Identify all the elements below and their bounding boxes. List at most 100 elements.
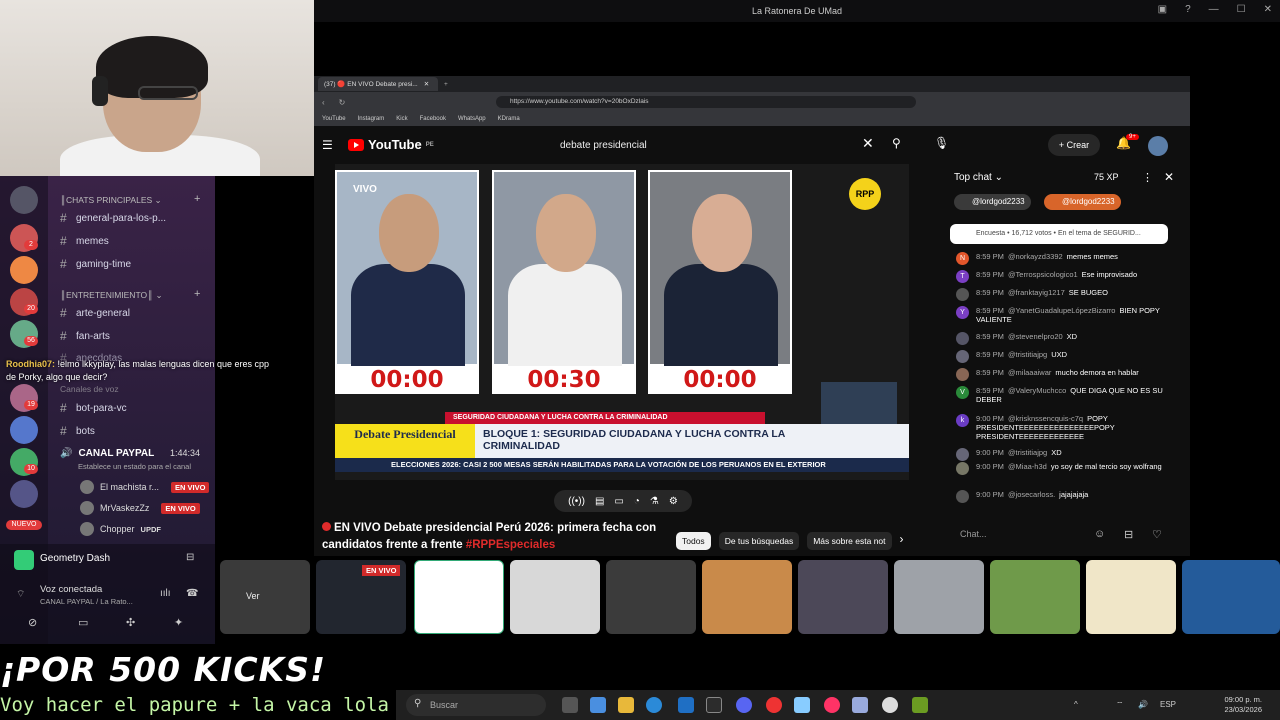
soundboard-icon[interactable]: ıılı [160, 588, 171, 599]
server-icon[interactable] [10, 480, 38, 508]
avatar[interactable] [956, 448, 969, 461]
category-entretenimiento[interactable]: ║ENTRETENIMIENTO║ ⌄ [60, 290, 163, 301]
video-player[interactable]: 00:00 00:30 00:00 VIVO RPP SEGURIDAD CIU… [335, 164, 909, 480]
channel-fan-arts[interactable]: # fan-arts [60, 326, 110, 346]
channel-bots[interactable]: # bots [60, 421, 95, 441]
avatar[interactable]: V [956, 386, 969, 399]
menu-icon[interactable]: ☰ [322, 138, 333, 152]
chevron-up-icon[interactable]: ^ [1074, 700, 1078, 709]
category-voice[interactable]: Canales de voz [60, 384, 119, 394]
avatar[interactable] [956, 462, 969, 475]
search-input[interactable]: debate presidencial [550, 134, 880, 158]
clock[interactable]: 09:00 p. m. 23/03/2026 [1224, 695, 1262, 715]
activity-icon[interactable]: ⊟ [186, 552, 194, 563]
geometry-dash-icon[interactable] [912, 697, 928, 713]
user-tile[interactable] [702, 560, 792, 634]
more-options-icon[interactable]: ⋮ [1142, 171, 1153, 184]
channel-bot-para-vc[interactable]: # bot-para-vc [60, 398, 127, 418]
user-tile[interactable] [990, 560, 1080, 634]
volume-icon[interactable]: 🔊 [1138, 700, 1148, 709]
back-icon[interactable]: ‹ [322, 98, 325, 107]
chevron-right-icon[interactable]: › [900, 532, 904, 550]
message-author[interactable]: @Miaa-h3d [1008, 462, 1047, 471]
flask-icon[interactable]: ⚗ [650, 496, 659, 507]
task-view-icon[interactable] [562, 697, 578, 713]
voice-user[interactable]: MrVaskezZz EN VIVO [80, 501, 200, 515]
soundboard-button-icon[interactable]: ✦ [174, 616, 183, 629]
hashtag-link[interactable]: #RPPEspeciales [466, 539, 556, 551]
miniplayer-icon[interactable]: ▭ [614, 496, 623, 507]
channel-general[interactable]: # general-para-los-p... [60, 208, 166, 228]
chip-more[interactable]: Más sobre esta not [807, 532, 892, 550]
screen-share-icon[interactable]: ▭ [78, 616, 88, 629]
gauge-icon[interactable]: ◔ [634, 496, 640, 507]
server-icon[interactable] [10, 416, 38, 444]
reload-icon[interactable]: ↻ [339, 98, 346, 107]
disconnect-icon[interactable]: ☎ [186, 588, 198, 599]
language-indicator[interactable]: ESP [1160, 700, 1176, 709]
channel-arte-general[interactable]: # arte-general [60, 303, 130, 323]
bookmark[interactable]: Facebook [420, 116, 446, 122]
poll-banner[interactable]: Encuesta • 16,712 votos • En el tema de … [950, 224, 1168, 244]
channel-gaming-time[interactable]: # gaming-time [60, 254, 131, 274]
close-chat-icon[interactable]: ✕ [1164, 170, 1174, 184]
share-icon[interactable]: ▣ [1158, 4, 1167, 15]
bookmark[interactable]: Instagram [358, 116, 385, 122]
browser-tab[interactable]: (37) 🔴 EN VIVO Debate presi... ✕ [318, 77, 438, 91]
clapper-icon[interactable]: ▤ [595, 496, 604, 507]
youtube-logo[interactable]: YouTube PE [348, 137, 434, 152]
voice-channel[interactable]: 🔊 CANAL PAYPAL [60, 443, 154, 463]
message-author[interactable]: @krisknssencquis-c7q [1008, 414, 1083, 423]
edge-icon[interactable] [646, 697, 662, 713]
help-icon[interactable]: ? [1185, 4, 1191, 15]
chip-searches[interactable]: De tus búsquedas [718, 532, 800, 550]
avatar[interactable] [956, 490, 969, 503]
channel-memes[interactable]: # memes [60, 231, 109, 251]
taskbar-search[interactable]: Buscar [406, 694, 546, 716]
xp-badge[interactable]: 75 XP [1094, 172, 1119, 182]
category-chats-principales[interactable]: ║CHATS PRINCIPALES ⌄ [60, 195, 162, 206]
server-icon[interactable] [10, 186, 38, 214]
message-author[interactable]: @norkayzd3392 [1008, 252, 1063, 261]
add-channel-icon[interactable]: + [194, 193, 200, 205]
emoji-icon[interactable]: ☺ [1094, 528, 1105, 540]
app-icon[interactable] [794, 697, 810, 713]
opera-icon[interactable] [824, 697, 840, 713]
user-tile[interactable] [606, 560, 696, 634]
create-button[interactable]: + Crear [1048, 134, 1100, 156]
mic-icon[interactable]: 🎙 [934, 136, 949, 150]
voice-status[interactable]: Establece un estado para el canal [78, 462, 191, 471]
avatar[interactable]: N [956, 252, 969, 265]
add-channel-icon[interactable]: + [194, 288, 200, 300]
avatar[interactable]: Y [956, 306, 969, 319]
terminal-icon[interactable] [706, 697, 722, 713]
obs-icon[interactable] [766, 697, 782, 713]
stream-thumb[interactable]: EN VIVO [316, 560, 406, 634]
chat-input[interactable]: Chat... [954, 524, 1094, 544]
user-tile[interactable] [1182, 560, 1280, 634]
maximize-icon[interactable]: ☐ [1237, 4, 1246, 15]
user-tile[interactable] [1086, 560, 1176, 634]
voice-user[interactable]: El machista r... EN VIVO [80, 480, 210, 494]
user-tile[interactable] [510, 560, 600, 634]
user-pill[interactable]: @lordgod2233 [1044, 194, 1121, 210]
server-icon[interactable] [10, 256, 38, 284]
message-author[interactable]: @Terrospsicologico1 [1008, 270, 1078, 279]
avatar[interactable] [956, 288, 969, 301]
gear-icon[interactable]: ⚙ [669, 496, 678, 507]
close-icon[interactable]: ✕ [1264, 4, 1272, 15]
user-tile[interactable] [798, 560, 888, 634]
message-author[interactable]: @josecarloss. [1008, 490, 1055, 499]
user-tile[interactable] [414, 560, 504, 634]
camera-off-icon[interactable]: ⊘ [28, 616, 37, 629]
clear-search-icon[interactable]: ✕ [862, 135, 874, 152]
bookmark[interactable]: Kick [396, 116, 407, 122]
settings-icon[interactable] [882, 697, 898, 713]
message-author[interactable]: @ValeryMuchcco [1008, 386, 1066, 395]
avatar[interactable] [956, 350, 969, 363]
wifi-icon[interactable]: ⌔ [1116, 700, 1124, 710]
stream-thumb[interactable]: Ver [220, 560, 310, 634]
avatar[interactable]: k [956, 414, 969, 427]
search-icon[interactable]: ⚲ [892, 136, 901, 150]
avatar[interactable] [956, 332, 969, 345]
